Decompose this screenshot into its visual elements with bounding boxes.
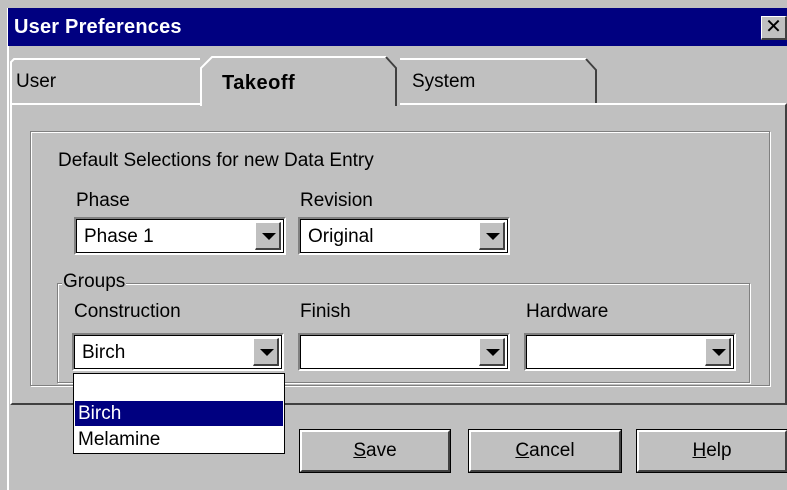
section-title: Default Selections for new Data Entry <box>58 150 374 171</box>
help-button[interactable]: Help <box>636 429 787 473</box>
close-button[interactable]: ✕ <box>761 16 787 40</box>
revision-dropdown-button[interactable] <box>479 222 505 250</box>
hardware-label: Hardware <box>526 301 609 322</box>
revision-combo[interactable]: Original <box>298 217 510 255</box>
construction-combo[interactable]: Birch <box>72 333 284 371</box>
dropdown-option-blank[interactable] <box>75 375 283 400</box>
dropdown-option-birch[interactable]: Birch <box>75 401 283 426</box>
title-bar[interactable]: User Preferences ✕ <box>8 8 787 46</box>
save-button-label: Save <box>353 440 397 461</box>
dropdown-option-melamine[interactable]: Melamine <box>75 427 283 452</box>
tab-user[interactable]: User <box>10 58 215 104</box>
revision-label: Revision <box>300 190 373 211</box>
finish-dropdown-button[interactable] <box>479 338 505 366</box>
preferences-dialog: User Preferences ✕ User System Takeoff D… <box>0 0 787 490</box>
save-button[interactable]: Save <box>299 429 451 473</box>
phase-value: Phase 1 <box>84 226 154 247</box>
finish-label: Finish <box>300 301 351 322</box>
construction-dropdown-button[interactable] <box>253 338 279 366</box>
chevron-down-icon <box>486 233 500 240</box>
construction-value: Birch <box>82 342 126 363</box>
hardware-combo[interactable] <box>524 333 736 371</box>
chevron-down-icon <box>712 349 726 356</box>
revision-value: Original <box>308 226 374 247</box>
finish-combo[interactable] <box>298 333 510 371</box>
cancel-button-label: Cancel <box>515 440 575 461</box>
chevron-down-icon <box>260 349 274 356</box>
chevron-down-icon <box>262 233 276 240</box>
groups-legend: Groups <box>62 271 127 293</box>
tab-user-label: User <box>16 71 57 92</box>
tab-system[interactable]: System <box>392 58 598 104</box>
tab-system-label: System <box>412 71 476 92</box>
hardware-dropdown-button[interactable] <box>705 338 731 366</box>
phase-dropdown-button[interactable] <box>255 222 281 250</box>
close-icon: ✕ <box>765 16 782 38</box>
construction-dropdown-list: Birch Melamine <box>73 373 285 454</box>
help-button-label: Help <box>692 440 732 461</box>
construction-label: Construction <box>74 301 181 322</box>
phase-label: Phase <box>76 190 130 211</box>
chevron-down-icon <box>486 349 500 356</box>
cancel-button[interactable]: Cancel <box>468 429 622 473</box>
window-title: User Preferences <box>14 16 182 38</box>
phase-combo[interactable]: Phase 1 <box>74 217 286 255</box>
window-border <box>7 8 9 490</box>
tab-takeoff-label: Takeoff <box>222 72 296 94</box>
tab-takeoff[interactable]: Takeoff <box>200 54 400 106</box>
